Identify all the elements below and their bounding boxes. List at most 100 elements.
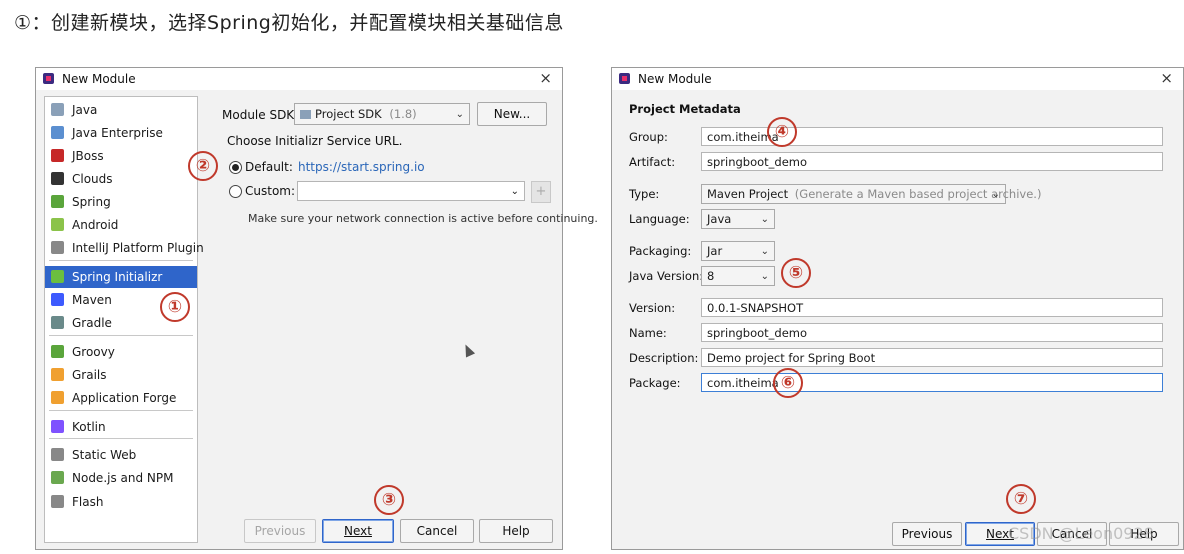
folder-icon <box>51 103 64 116</box>
sidebar-item-spring-initializr[interactable]: Spring Initializr <box>45 266 197 288</box>
project-metadata-heading: Project Metadata <box>629 102 741 116</box>
sidebar-item-label: Maven <box>72 293 112 307</box>
sidebar-item-label: Application Forge <box>72 391 177 405</box>
chevron-down-icon: ⌄ <box>510 186 519 197</box>
description-input[interactable]: Demo project for Spring Boot <box>701 348 1163 367</box>
sidebar-divider <box>49 260 193 261</box>
gradle-icon <box>51 316 64 329</box>
add-url-icon[interactable]: + <box>531 181 551 203</box>
language-select[interactable]: Java ⌄ <box>701 209 775 229</box>
previous-button[interactable]: Previous <box>892 522 962 546</box>
type-select[interactable]: Maven Project (Generate a Maven based pr… <box>701 184 1041 204</box>
custom-label: Custom: <box>245 184 296 198</box>
nodejs-icon <box>51 471 64 484</box>
clouds-icon <box>51 172 64 185</box>
sidebar-item-label: Java <box>72 103 98 117</box>
chevron-down-icon: ⌄ <box>760 246 769 257</box>
enterprise-icon <box>51 126 64 139</box>
step-marker-2: ② <box>188 151 218 181</box>
custom-radio[interactable] <box>229 185 242 198</box>
java-version-select[interactable]: 8 ⌄ <box>701 266 775 286</box>
close-icon[interactable]: × <box>1160 69 1173 87</box>
type-label: Type: <box>629 187 660 201</box>
sidebar-item-clouds[interactable]: Clouds <box>45 168 197 190</box>
page-heading: ①：创建新模块，选择Spring初始化，并配置模块相关基础信息 <box>14 12 564 34</box>
sidebar-item-java-enterprise[interactable]: Java Enterprise <box>45 122 197 144</box>
previous-button[interactable]: Previous <box>244 519 316 543</box>
step-marker-5: ⑤ <box>781 258 811 288</box>
sidebar-item-spring[interactable]: Spring <box>45 191 197 213</box>
kotlin-icon <box>51 420 64 433</box>
chevron-down-icon: ⌄ <box>760 214 769 225</box>
module-sdk-label: Module SDK: <box>222 108 299 122</box>
new-sdk-button[interactable]: New... <box>477 102 547 126</box>
type-value: Maven Project <box>707 187 789 201</box>
package-input[interactable]: com.itheima <box>701 373 1163 392</box>
sidebar-divider <box>49 410 193 411</box>
left-dialog-title: New Module <box>62 72 136 86</box>
java-version-value: 8 <box>707 269 715 283</box>
sidebar-item-flash[interactable]: Flash <box>45 491 197 513</box>
default-radio[interactable] <box>229 161 242 174</box>
sidebar-divider <box>49 438 193 439</box>
spring-icon <box>51 195 64 208</box>
sidebar-item-android[interactable]: Android <box>45 214 197 236</box>
sidebar-item-label: Kotlin <box>72 420 106 434</box>
language-label: Language: <box>629 212 690 226</box>
sidebar-item-grails[interactable]: Grails <box>45 364 197 386</box>
left-titlebar: New Module × <box>36 68 562 90</box>
sidebar-divider <box>49 335 193 336</box>
type-hint: (Generate a Maven based project archive.… <box>794 187 1042 201</box>
chevron-down-icon: ⌄ <box>760 271 769 282</box>
cancel-button[interactable]: Cancel <box>400 519 474 543</box>
step-marker-4: ④ <box>767 117 797 147</box>
jboss-icon <box>51 149 64 162</box>
packaging-select[interactable]: Jar ⌄ <box>701 241 775 261</box>
left-new-module-dialog: New Module × Java Java Enterprise JBoss Clo… <box>35 67 598 550</box>
chevron-down-icon: ⌄ <box>991 189 1000 200</box>
sidebar-item-java[interactable]: Java <box>45 99 197 121</box>
help-button[interactable]: Help <box>479 519 553 543</box>
sidebar-item-groovy[interactable]: Groovy <box>45 341 197 363</box>
artifact-input[interactable]: springboot_demo <box>701 152 1163 171</box>
right-titlebar: New Module × <box>612 68 1183 90</box>
default-label: Default: <box>245 160 293 174</box>
sidebar-item-application-forge[interactable]: Application Forge <box>45 387 197 409</box>
sidebar-item-static-web[interactable]: Static Web <box>45 444 197 466</box>
sidebar-item-label: IntelliJ Platform Plugin <box>72 241 204 255</box>
sidebar-item-label: Grails <box>72 368 107 382</box>
version-label: Version: <box>629 301 676 315</box>
chevron-down-icon: ⌄ <box>455 109 464 120</box>
sidebar-item-jboss[interactable]: JBoss <box>45 145 197 167</box>
sidebar-item-kotlin[interactable]: Kotlin <box>45 416 197 438</box>
language-value: Java <box>707 212 732 226</box>
module-sdk-version: (1.8) <box>389 107 417 121</box>
sidebar-item-intellij-platform-plugin[interactable]: IntelliJ Platform Plugin <box>45 237 204 259</box>
custom-url-input[interactable]: ⌄ <box>297 181 525 201</box>
sidebar-item-label: Spring <box>72 195 111 209</box>
mouse-cursor-icon <box>460 342 476 358</box>
sidebar-item-node-js-and-npm[interactable]: Node.js and NPM <box>45 467 197 489</box>
name-input[interactable]: springboot_demo <box>701 323 1163 342</box>
plugin-icon <box>51 241 64 254</box>
default-url-link[interactable]: https://start.spring.io <box>298 160 425 174</box>
sidebar-item-label: Java Enterprise <box>72 126 163 140</box>
maven-icon <box>51 293 64 306</box>
forge-icon <box>51 391 64 404</box>
version-input[interactable]: 0.0.1-SNAPSHOT <box>701 298 1163 317</box>
groovy-icon <box>51 345 64 358</box>
intellij-app-icon <box>43 73 54 84</box>
right-new-module-dialog: New Module × Project Metadata Group: com… <box>611 67 1184 550</box>
sidebar-item-label: Gradle <box>72 316 112 330</box>
sidebar-item-label: Node.js and NPM <box>72 471 174 485</box>
name-label: Name: <box>629 326 667 340</box>
module-sdk-select[interactable]: Project SDK (1.8) ⌄ <box>294 103 470 125</box>
module-sdk-value: Project SDK <box>315 107 382 121</box>
sidebar-item-label: Flash <box>72 495 104 509</box>
close-icon[interactable]: × <box>539 69 552 87</box>
grails-icon <box>51 368 64 381</box>
group-label: Group: <box>629 130 668 144</box>
static-web-icon <box>51 448 64 461</box>
next-button[interactable]: Next <box>322 519 394 543</box>
step-marker-7: ⑦ <box>1006 484 1036 514</box>
